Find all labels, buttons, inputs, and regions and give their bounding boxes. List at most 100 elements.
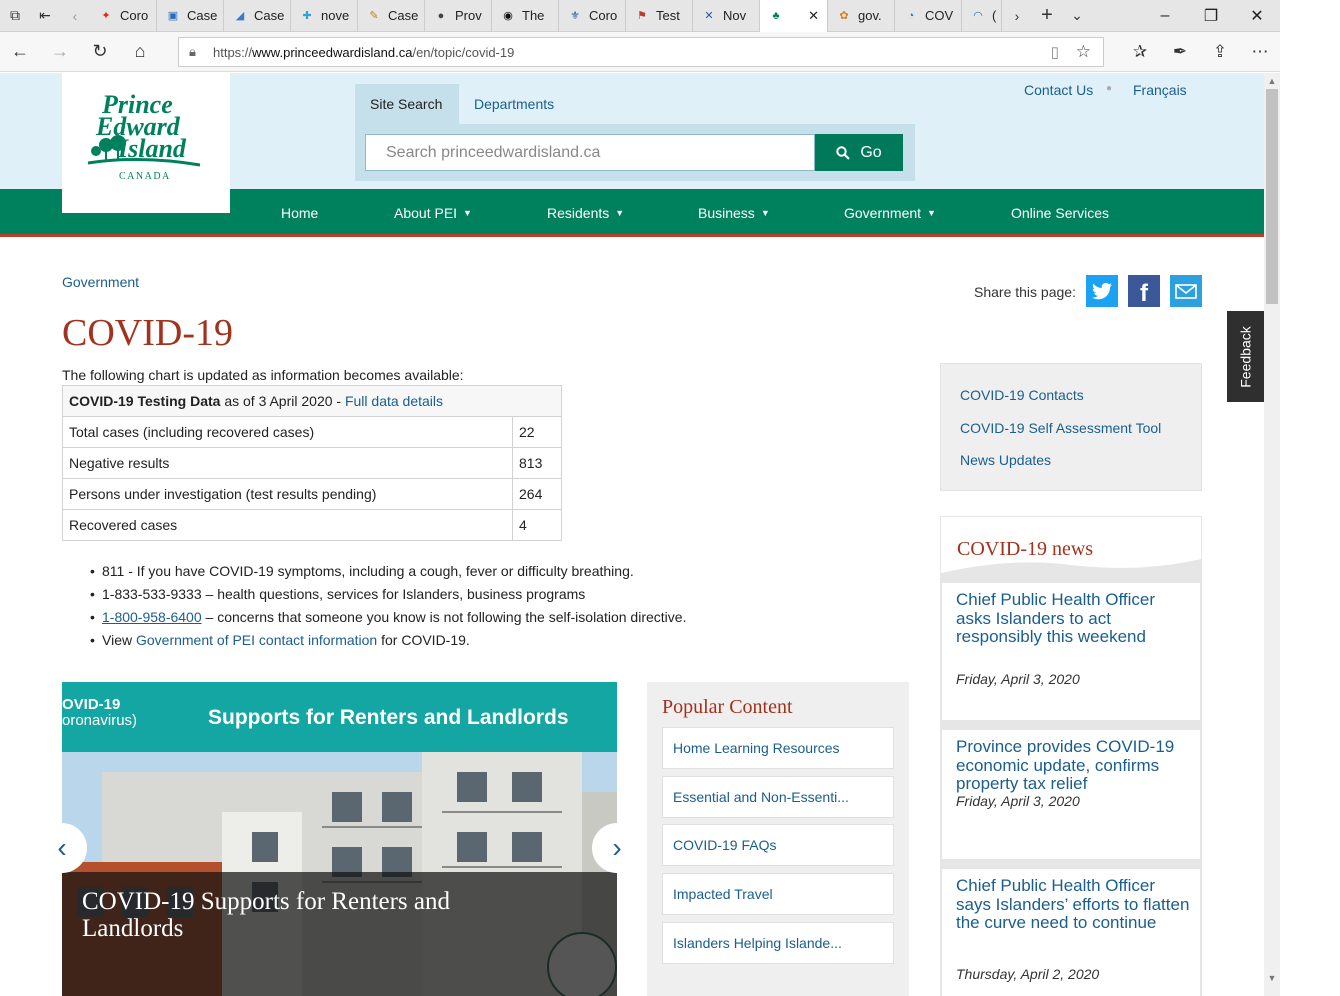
go-button[interactable]: Go xyxy=(815,134,903,171)
url-field[interactable]: 🔒︎ https://www.princeedwardisland.ca/en/… xyxy=(178,37,1104,67)
francais-link[interactable]: Français xyxy=(1133,82,1187,98)
tab-departments[interactable]: Departments xyxy=(459,84,569,124)
carousel-next-button[interactable]: › xyxy=(592,823,642,873)
quick-link-contacts[interactable]: COVID-19 Contacts xyxy=(960,387,1084,403)
browser-tab[interactable]: ✦ Coro xyxy=(90,0,157,32)
url-prefix: https:// xyxy=(213,44,253,60)
more-icon[interactable]: ⋯ xyxy=(1240,32,1280,72)
twitter-share-button[interactable] xyxy=(1086,275,1118,307)
feedback-label: Feedback xyxy=(1237,325,1254,388)
row-value: 264 xyxy=(512,478,562,510)
browser-tab[interactable]: ✚ nove xyxy=(291,0,358,32)
email-share-button[interactable] xyxy=(1170,275,1202,307)
set-tabs-aside-icon[interactable]: ⇤ xyxy=(30,0,60,32)
pei-logo[interactable]: Prince Edward Island CANADA xyxy=(62,73,230,213)
nav-government[interactable]: Government ▼ xyxy=(844,189,936,237)
tab-site-search[interactable]: Site Search xyxy=(355,84,459,124)
forward-icon[interactable]: → xyxy=(40,32,80,72)
news-item-title[interactable]: Chief Public Health Officer says Islande… xyxy=(956,876,1191,933)
browser-tab[interactable]: ◢ Case xyxy=(224,0,291,32)
new-tab-icon[interactable]: + xyxy=(1032,0,1062,32)
news-item-title[interactable]: Chief Public Health Officer asks Islande… xyxy=(956,590,1191,647)
intro-text: The following chart is updated as inform… xyxy=(62,367,464,383)
carousel-caption-text[interactable]: COVID-19 Supports for Renters and Landlo… xyxy=(82,888,522,942)
browser-tab[interactable]: ✎ Case xyxy=(358,0,425,32)
self-isolation-phone-link[interactable]: 1-800-958-6400 xyxy=(102,609,202,625)
feature-carousel[interactable]: OVID-19 oronavirus) Supports for Renters… xyxy=(62,682,617,996)
covid-news-panel: COVID-19 news Chief Public Health Office… xyxy=(940,516,1202,996)
nav-business[interactable]: Business ▼ xyxy=(698,189,770,237)
browser-tab[interactable]: ✿ gov. xyxy=(828,0,895,32)
contact-us-link[interactable]: Contact Us xyxy=(1024,82,1093,98)
news-item-title[interactable]: Province provides COVID-19 economic upda… xyxy=(956,737,1191,794)
nav-residents[interactable]: Residents ▼ xyxy=(547,189,624,237)
tab-list-icon[interactable]: ⌄ xyxy=(1062,0,1092,32)
nav-home[interactable]: Home xyxy=(281,189,318,237)
tab-actions-icon[interactable]: ⧉ xyxy=(0,0,30,32)
home-icon[interactable]: ⌂ xyxy=(120,32,160,72)
popular-item[interactable]: Islanders Helping Islande... xyxy=(662,922,894,964)
nav-about-pei[interactable]: About PEI ▼ xyxy=(394,189,472,237)
pen-icon[interactable]: ✒ xyxy=(1160,32,1200,72)
nav-online-services[interactable]: Online Services xyxy=(1011,189,1109,237)
favorites-icon[interactable]: ✰ xyxy=(1120,32,1160,72)
browser-tab[interactable]: ♣ ✕ xyxy=(760,0,828,32)
tab-label: Case xyxy=(254,8,285,23)
refresh-icon[interactable]: ↻ xyxy=(80,32,120,72)
table-date: as of 3 April 2020 - xyxy=(220,393,345,409)
tab-favicon-icon: ♣ xyxy=(772,9,780,22)
carousel-prev-button[interactable]: ‹ xyxy=(37,823,87,873)
quick-link-news-updates[interactable]: News Updates xyxy=(960,452,1051,468)
tab-label: Prov xyxy=(455,8,482,23)
facebook-icon: f xyxy=(1140,280,1148,307)
popular-item[interactable]: Impacted Travel xyxy=(662,873,894,915)
tab-label: Nov xyxy=(723,8,747,23)
vertical-scrollbar[interactable]: ▲ ▼ xyxy=(1264,73,1280,996)
browser-tab[interactable]: ◉ The xyxy=(492,0,559,32)
facebook-share-button[interactable]: f xyxy=(1128,275,1160,307)
browser-tab[interactable]: ▣ Case xyxy=(157,0,224,32)
browser-tab[interactable]: ● Prov xyxy=(425,0,492,32)
scroll-tabs-right-icon[interactable]: › xyxy=(1002,0,1032,32)
scroll-up-icon[interactable]: ▲ xyxy=(1264,73,1280,89)
scroll-thumb[interactable] xyxy=(1266,89,1278,304)
tab-favicon-icon: ⚜ xyxy=(570,10,580,22)
browser-tab[interactable]: ⚑ Test xyxy=(626,0,693,32)
table-row: Recovered cases 4 xyxy=(62,509,562,541)
back-icon[interactable]: ← xyxy=(0,32,40,72)
restore-icon[interactable]: ❐ xyxy=(1188,0,1234,32)
scroll-tabs-left-icon[interactable]: ‹ xyxy=(60,0,90,32)
reading-view-icon[interactable]: ▯ xyxy=(1051,43,1059,61)
table-title: COVID-19 Testing Data xyxy=(69,393,221,409)
carousel-banner: OVID-19 oronavirus) Supports for Renters… xyxy=(62,682,617,752)
popular-item[interactable]: Home Learning Resources xyxy=(662,727,894,769)
browser-tab[interactable]: ◔ COV xyxy=(895,0,962,32)
minimize-icon[interactable]: – xyxy=(1142,0,1188,32)
scroll-down-icon[interactable]: ▼ xyxy=(1264,970,1280,986)
popular-item[interactable]: COVID-19 FAQs xyxy=(662,824,894,866)
browser-tab[interactable]: ⚜ Coro xyxy=(559,0,626,32)
news-item[interactable]: Province provides COVID-19 economic upda… xyxy=(942,730,1200,859)
browser-tab[interactable]: ◠( xyxy=(962,0,1002,32)
close-window-icon[interactable]: ✕ xyxy=(1234,0,1280,32)
tab-favicon-icon: ● xyxy=(437,9,445,22)
close-tab-icon[interactable]: ✕ xyxy=(808,8,819,24)
news-item[interactable]: Chief Public Health Officer asks Islande… xyxy=(942,583,1200,720)
tab-label: gov. xyxy=(858,8,882,23)
news-item[interactable]: Chief Public Health Officer says Islande… xyxy=(942,869,1200,996)
breadcrumb[interactable]: Government xyxy=(62,274,139,290)
news-item-date: Friday, April 3, 2020 xyxy=(956,793,1080,809)
feedback-tab[interactable]: Feedback xyxy=(1227,311,1264,402)
gov-contact-info-link[interactable]: Government of PEI contact information xyxy=(136,632,377,648)
chevron-down-icon: ▼ xyxy=(463,208,472,218)
search-input[interactable]: Search princeedwardisland.ca xyxy=(365,134,815,171)
tab-favicon-icon: ⚑ xyxy=(637,10,647,22)
quick-link-self-assessment[interactable]: COVID-19 Self Assessment Tool xyxy=(960,420,1161,436)
browser-tab[interactable]: ✕ Nov xyxy=(693,0,760,32)
share-icon[interactable]: ⇪ xyxy=(1200,32,1240,72)
full-data-details-link[interactable]: Full data details xyxy=(345,393,443,409)
carousel-caption[interactable]: COVID-19 Supports for Renters and Landlo… xyxy=(62,872,617,996)
popular-item[interactable]: Essential and Non-Essenti... xyxy=(662,776,894,818)
news-header-wave xyxy=(941,559,1201,581)
favorite-star-icon[interactable]: ☆ xyxy=(1076,42,1091,62)
